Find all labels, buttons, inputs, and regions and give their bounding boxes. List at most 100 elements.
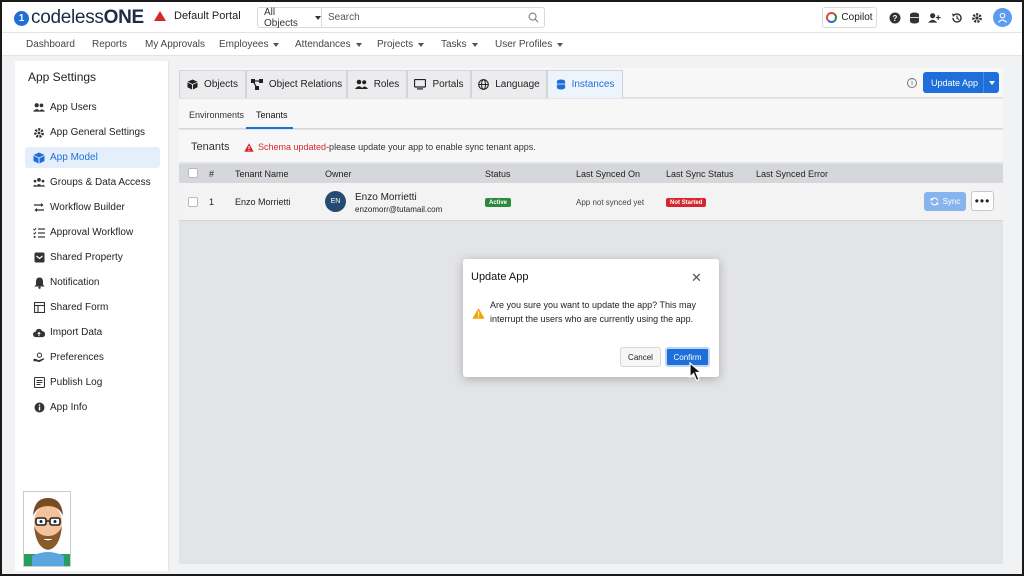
tab-instances[interactable]: Instances <box>547 70 623 98</box>
menu-item-label: My Approvals <box>145 39 206 50</box>
dialog-title: Update App <box>471 271 529 283</box>
database-icon[interactable] <box>908 11 921 24</box>
column-header-last-sync-status[interactable]: Last Sync Status <box>666 169 734 179</box>
sidebar-item-label: App Info <box>50 402 88 413</box>
search-input[interactable] <box>322 8 522 27</box>
column-header-tenant-name[interactable]: Tenant Name <box>235 169 289 179</box>
menu-item-reports[interactable]: Reports <box>92 39 127 50</box>
update-app-button[interactable]: Update App <box>923 72 999 93</box>
sync-label: Sync <box>942 197 961 206</box>
sidebar-item-approval-workflow[interactable]: Approval Workflow <box>25 222 160 243</box>
help-icon[interactable]: ? <box>888 11 901 24</box>
tab-objects[interactable]: Objects <box>179 70 246 98</box>
tab-roles[interactable]: Roles <box>347 70 407 98</box>
menu-item-label: Dashboard <box>26 39 75 50</box>
sidebar-item-app-info[interactable]: App Info <box>25 397 160 418</box>
sidebar-item-label: Shared Property <box>50 252 123 263</box>
user-avatar[interactable] <box>993 8 1012 27</box>
menu-item-attendances[interactable]: Attendances <box>295 39 362 50</box>
info-icon[interactable]: i <box>907 78 917 88</box>
copilot-button[interactable]: Copilot <box>822 7 877 28</box>
menu-item-dashboard[interactable]: Dashboard <box>26 39 75 50</box>
chevron-down-icon <box>355 42 362 47</box>
sidebar-item-notification[interactable]: Notification <box>25 272 160 293</box>
gear-icon <box>33 127 45 139</box>
update-app-dropdown[interactable] <box>983 72 999 93</box>
column-header-last-synced-error[interactable]: Last Synced Error <box>756 169 828 179</box>
dialog-message: Are you sure you want to update the app?… <box>490 300 696 324</box>
history-icon[interactable] <box>950 11 963 24</box>
sidebar-item-label: Notification <box>50 277 100 288</box>
menu-item-my-approvals[interactable]: My Approvals <box>145 39 205 50</box>
chevron-down-icon <box>418 42 425 47</box>
subtab-tenants[interactable]: Tenants <box>256 110 288 120</box>
column-header-num: # <box>209 169 215 179</box>
search-scope-dropdown[interactable]: All Objects <box>258 7 322 29</box>
sidebar-item-workflow-builder[interactable]: Workflow Builder <box>25 197 160 218</box>
bell-icon <box>33 277 45 289</box>
portal-name: Default Portal <box>174 10 241 22</box>
portal-switcher[interactable]: Default Portal <box>154 10 241 22</box>
sidebar-item-app-users[interactable]: App Users <box>25 97 160 118</box>
menu-item-projects[interactable]: Projects <box>377 39 425 50</box>
sidebar-item-app-model[interactable]: App Model <box>25 147 160 168</box>
more-actions-button[interactable]: ••• <box>971 191 994 211</box>
logo-prefix: codeless <box>31 7 104 28</box>
cube-icon <box>187 79 198 90</box>
table-row[interactable]: 1 Enzo Morrietti EN Enzo Morrietti enzom… <box>179 183 1003 221</box>
column-header-owner[interactable]: Owner <box>325 169 352 179</box>
tab-portals[interactable]: Portals <box>407 70 471 98</box>
tab-label: Language <box>495 79 540 90</box>
sidebar-item-preferences[interactable]: Preferences <box>25 347 160 368</box>
chevron-down-icon <box>471 42 478 47</box>
presenter-avatar <box>23 491 71 567</box>
confirm-button[interactable]: Confirm <box>665 347 710 367</box>
more-icon: ••• <box>974 194 991 208</box>
tab-language[interactable]: Language <box>471 70 547 98</box>
groups-icon <box>33 177 45 189</box>
tab-label: Roles <box>373 79 400 90</box>
menu-item-label: Attendances <box>295 39 351 50</box>
sidebar-item-publish-log[interactable]: Publish Log <box>25 372 160 393</box>
close-icon[interactable]: ✕ <box>691 270 702 286</box>
sidebar-item-app-general-settings[interactable]: App General Settings <box>25 122 160 143</box>
add-user-icon[interactable] <box>928 11 941 24</box>
main-menu: Dashboard Reports My Approvals Employees… <box>2 33 1022 56</box>
gear-icon[interactable] <box>970 11 983 24</box>
column-header-status[interactable]: Status <box>485 169 511 179</box>
sidebar-item-import-data[interactable]: Import Data <box>25 322 160 343</box>
sidebar-item-label: Preferences <box>50 352 104 363</box>
sidebar-item-shared-form[interactable]: Shared Form <box>25 297 160 318</box>
sync-icon <box>930 197 939 206</box>
owner-email: enzomorr@tutamail.com <box>355 205 443 214</box>
select-all-checkbox[interactable] <box>188 168 198 178</box>
last-synced-on: App not synced yet <box>576 198 645 207</box>
row-checkbox[interactable] <box>188 197 198 207</box>
warning-icon <box>472 308 485 319</box>
chevron-down-icon <box>315 15 321 20</box>
menu-item-tasks[interactable]: Tasks <box>441 39 478 50</box>
chevron-down-icon <box>988 80 995 85</box>
menu-item-employees[interactable]: Employees <box>219 39 280 50</box>
active-subtab-indicator <box>246 127 293 129</box>
tab-object-relations[interactable]: Object Relations <box>246 70 347 98</box>
owner-avatar: EN <box>325 191 346 212</box>
column-header-last-synced-on[interactable]: Last Synced On <box>576 169 640 179</box>
sync-button[interactable]: Sync <box>924 192 966 211</box>
subtab-environments[interactable]: Environments <box>189 110 244 120</box>
section-title: Tenants <box>191 141 230 153</box>
cancel-button[interactable]: Cancel <box>620 347 661 367</box>
menu-item-user-profiles[interactable]: User Profiles <box>495 39 564 50</box>
search-icon[interactable] <box>522 8 544 27</box>
sidebar-item-shared-property[interactable]: Shared Property <box>25 247 160 268</box>
sidebar-item-groups-data-access[interactable]: Groups & Data Access <box>25 172 160 193</box>
tab-label: Object Relations <box>268 79 343 90</box>
chevron-down-icon <box>273 42 280 47</box>
sidebar-item-label: Workflow Builder <box>50 202 125 213</box>
svg-text:?: ? <box>892 14 897 23</box>
cloud-upload-icon <box>33 327 45 339</box>
users-icon <box>33 102 45 114</box>
logo[interactable]: 1 codelessONE <box>14 7 144 28</box>
owner-name: Enzo Morrietti <box>355 192 417 203</box>
cube-icon <box>33 152 45 164</box>
